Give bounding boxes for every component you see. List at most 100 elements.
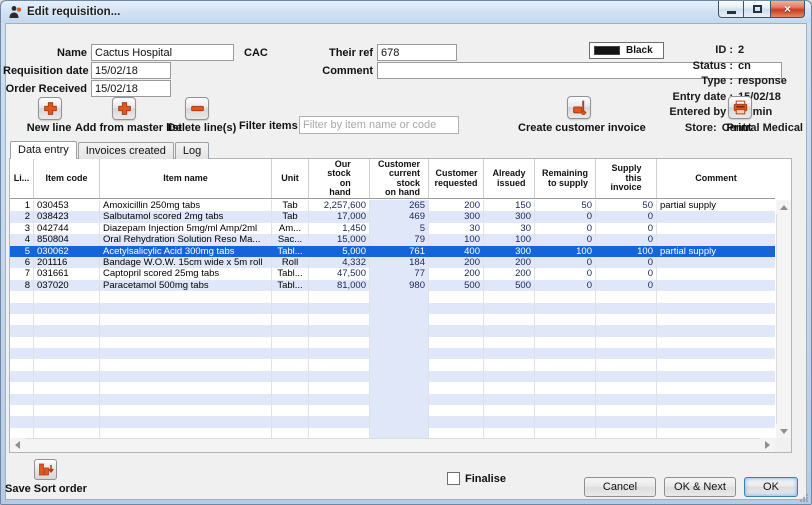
status-label: Type :: [621, 74, 733, 90]
table-row[interactable]: 8037020Paracetamol 500mg tabsTabl...81,0…: [10, 280, 775, 291]
table-row[interactable]: 4850804Oral Rehydration Solution Reso Ma…: [10, 234, 775, 245]
cell-comment[interactable]: partial supply: [657, 246, 775, 257]
table-row-empty: [10, 382, 775, 393]
print-button[interactable]: [728, 96, 752, 119]
status-row: ID :2: [621, 43, 803, 59]
cell-supply[interactable]: 0: [596, 268, 657, 279]
cell-empty: [34, 428, 100, 438]
cell-comment[interactable]: partial supply: [657, 200, 775, 211]
tab-invoices-created[interactable]: Invoices created: [78, 142, 174, 159]
new-line-button[interactable]: [38, 97, 62, 120]
table-row[interactable]: 3042744Diazepam Injection 5mg/ml Amp/2ml…: [10, 223, 775, 234]
their-ref-input[interactable]: [377, 44, 457, 61]
cell-empty: [535, 303, 596, 314]
colour-swatch: [594, 46, 620, 55]
tab-data-entry[interactable]: Data entry: [10, 141, 77, 159]
new-line-label: New line: [21, 122, 77, 134]
column-header-our_stock[interactable]: Our stock on hand: [309, 159, 370, 198]
cell-supply[interactable]: 0: [596, 223, 657, 234]
order-received-input[interactable]: [91, 80, 171, 97]
scrollbar-corner: [775, 438, 791, 452]
cell-issued: 150: [484, 200, 535, 211]
cell-empty: [370, 325, 429, 336]
cell-empty: [272, 371, 309, 382]
cell-supply[interactable]: 50: [596, 200, 657, 211]
tab-log[interactable]: Log: [175, 142, 209, 159]
scroll-up-button[interactable]: [776, 200, 791, 214]
column-header-issued[interactable]: Already issued: [484, 159, 535, 198]
cell-empty: [272, 382, 309, 393]
minimize-button[interactable]: [718, 1, 744, 18]
column-header-supply[interactable]: Supply this invoice: [596, 159, 657, 198]
cell-issued: 300: [484, 211, 535, 222]
cell-supply[interactable]: 0: [596, 257, 657, 268]
table-row[interactable]: 7031661Captopril scored 25mg tabsTabl...…: [10, 268, 775, 279]
ok-button[interactable]: OK: [744, 477, 798, 497]
status-row: Status :cn: [621, 59, 803, 75]
status-label: Status :: [621, 59, 733, 75]
cell-comment[interactable]: [657, 211, 775, 222]
maximize-button[interactable]: [744, 1, 770, 18]
cell-comment[interactable]: [657, 223, 775, 234]
cell-empty: [657, 337, 775, 348]
cell-code: 042744: [34, 223, 100, 234]
delete-lines-button[interactable]: [185, 97, 209, 120]
ok-and-next-button[interactable]: OK & Next: [664, 477, 736, 497]
column-header-cust_stock[interactable]: Customer current stock on hand: [370, 159, 429, 198]
scroll-left-button[interactable]: [10, 438, 25, 452]
cell-comment[interactable]: [657, 280, 775, 291]
cell-issued: 200: [484, 268, 535, 279]
create-customer-invoice-button[interactable]: [567, 96, 591, 119]
requisition-date-input[interactable]: [91, 62, 171, 79]
cell-empty: [535, 337, 596, 348]
cell-supply[interactable]: 0: [596, 280, 657, 291]
cell-supply[interactable]: 0: [596, 234, 657, 245]
column-header-requested[interactable]: Customer requested: [429, 159, 484, 198]
name-input[interactable]: [91, 44, 234, 61]
column-header-name[interactable]: Item name: [100, 159, 272, 198]
close-button[interactable]: ×: [770, 1, 805, 18]
table-row[interactable]: 5030062Acetylsalicylic Acid 300mg tabsTa…: [10, 246, 775, 257]
order-received-label: Order Received: [3, 83, 87, 95]
scroll-right-button[interactable]: [760, 438, 775, 452]
cell-empty: [370, 359, 429, 370]
cell-issued: 300: [484, 246, 535, 257]
resize-grip[interactable]: [799, 493, 809, 503]
column-header-code[interactable]: Item code: [34, 159, 100, 198]
cell-empty: [10, 405, 34, 416]
vertical-scrollbar[interactable]: [776, 200, 791, 438]
horizontal-scrollbar[interactable]: [10, 438, 775, 452]
cancel-button[interactable]: Cancel: [584, 477, 656, 497]
save-sort-order-button[interactable]: [34, 459, 57, 480]
cell-empty: [535, 348, 596, 359]
finalise-checkbox[interactable]: [447, 472, 460, 485]
add-from-master-list-button[interactable]: [112, 97, 136, 120]
column-header-unit[interactable]: Unit: [272, 159, 309, 198]
filter-items-input[interactable]: [299, 116, 459, 134]
table-row[interactable]: 1030453Amoxicillin 250mg tabsTab2,257,60…: [10, 200, 775, 211]
cell-supply[interactable]: 100: [596, 246, 657, 257]
save-sort-order-label: Save Sort order: [3, 483, 89, 495]
column-header-comment[interactable]: Comment: [657, 159, 775, 198]
column-header-line[interactable]: Li...: [10, 159, 34, 198]
cell-empty: [10, 337, 34, 348]
scroll-down-button[interactable]: [776, 424, 791, 438]
column-header-remaining[interactable]: Remaining to supply: [535, 159, 596, 198]
cell-empty: [34, 291, 100, 302]
cell-unit: Tabl...: [272, 246, 309, 257]
cell-empty: [429, 394, 484, 405]
cell-comment[interactable]: [657, 268, 775, 279]
finalise-label: Finalise: [465, 473, 506, 485]
cell-empty: [309, 325, 370, 336]
cell-empty: [10, 325, 34, 336]
title-bar[interactable]: Edit requisition... ×: [1, 1, 811, 23]
cell-empty: [34, 405, 100, 416]
cell-empty: [484, 348, 535, 359]
cell-comment[interactable]: [657, 234, 775, 245]
table-row[interactable]: 6201116Bandage W.O.W. 15cm wide x 5m rol…: [10, 257, 775, 268]
cell-supply[interactable]: 0: [596, 211, 657, 222]
cell-comment[interactable]: [657, 257, 775, 268]
cell-empty: [100, 337, 272, 348]
table-row[interactable]: 2038423Salbutamol scored 2mg tabsTab17,0…: [10, 211, 775, 222]
cell-empty: [657, 348, 775, 359]
